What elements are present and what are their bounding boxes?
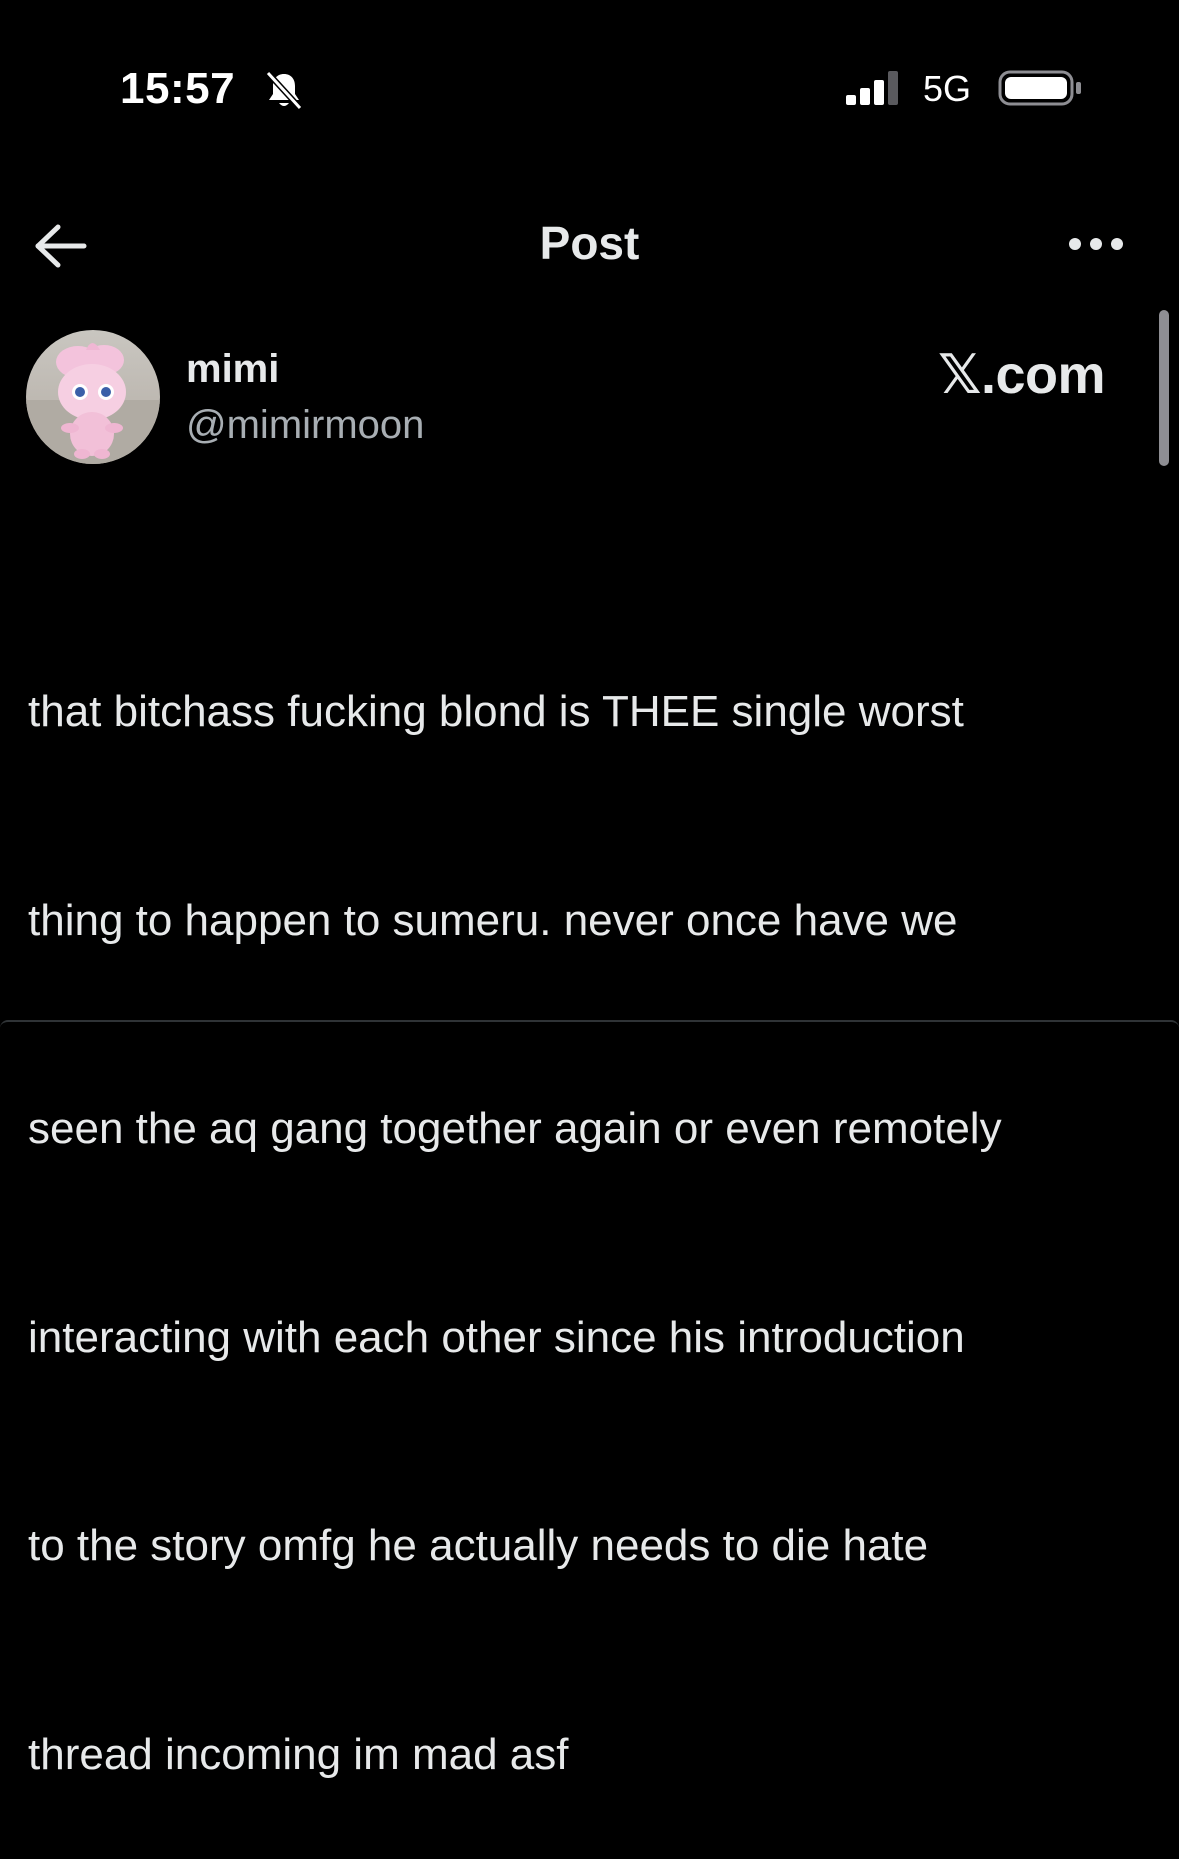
bell-slash-icon <box>265 70 303 111</box>
post-author-row: mimi @mimirmoon 𝕏.com <box>0 325 1150 475</box>
more-options-button[interactable] <box>1060 222 1132 266</box>
bottom-card-edge <box>0 1020 1179 1028</box>
author-handle[interactable]: @mimirmoon <box>186 403 424 448</box>
post-text-line: thread incoming im mad asf <box>28 1729 569 1779</box>
cellular-signal-icon <box>846 71 898 105</box>
post-text-line: thing to happen to sumeru. never once ha… <box>28 895 958 945</box>
post-text: that bitchass fucking blond is THEE sing… <box>28 538 1153 1859</box>
post-text-line: that bitchass fucking blond is THEE sing… <box>28 687 964 736</box>
battery-icon <box>998 70 1081 106</box>
post-text-line: interacting with each other since his in… <box>28 1312 965 1362</box>
post-text-line: to the story omfg he actually needs to d… <box>28 1521 929 1570</box>
status-bar: 15:57 5G <box>0 0 1179 150</box>
page-title: Post <box>539 217 640 269</box>
more-horizontal-icon <box>1069 238 1123 250</box>
avatar-image <box>26 330 160 464</box>
author-display-name[interactable]: mimi <box>186 347 279 392</box>
scrollbar-thumb[interactable] <box>1159 310 1169 466</box>
x-com-watermark: 𝕏.com <box>938 345 1106 405</box>
network-type-label: 5G <box>923 68 972 109</box>
avatar[interactable] <box>26 330 160 464</box>
status-time: 15:57 <box>120 64 236 113</box>
nav-header: Post <box>0 200 1179 290</box>
post-text-line: seen the aq gang together again or even … <box>28 1104 1002 1153</box>
